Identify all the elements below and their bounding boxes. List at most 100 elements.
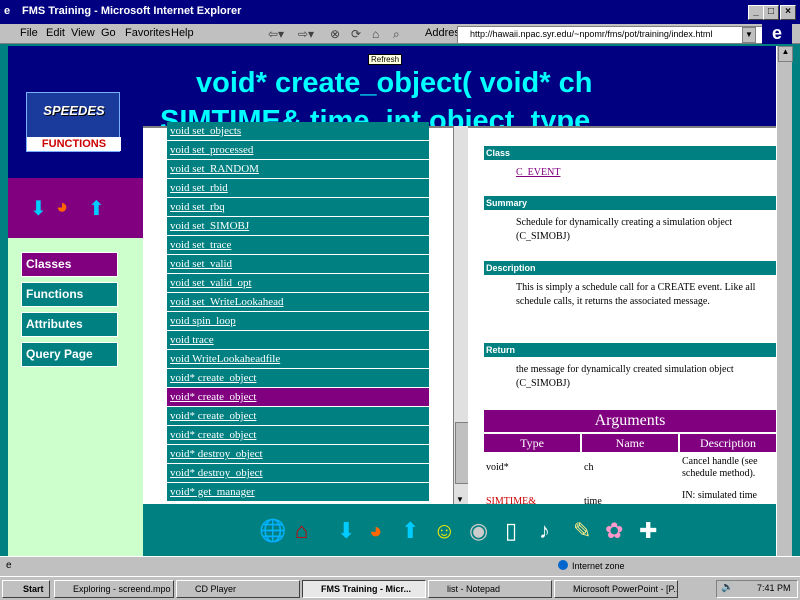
back-icon[interactable]: ⇦▾: [268, 27, 284, 41]
summary-section-label: Summary: [484, 196, 776, 210]
color-wheel-icon[interactable]: ◕: [56, 196, 68, 219]
method-list-item[interactable]: void WriteLookaheadfile: [167, 350, 429, 368]
menu-toolbar: File Edit View Go Favorites Help ⇦▾ ⇨▾ ⊗…: [0, 22, 800, 44]
menu-favorites[interactable]: Favorites: [125, 27, 170, 39]
method-list-item[interactable]: void* create_object: [167, 369, 429, 387]
sidebar-item-query-page[interactable]: Query Page: [21, 342, 118, 367]
sidebar-item-functions[interactable]: Functions: [21, 282, 118, 307]
door-icon[interactable]: ▯: [505, 518, 517, 544]
method-list-item[interactable]: void set_valid_opt: [167, 274, 429, 292]
page-status-icon: e: [6, 560, 12, 571]
arg-description: IN: simulated time: [682, 490, 757, 501]
ie-icon: e: [4, 5, 11, 17]
down-arrow-icon[interactable]: ⬇: [30, 196, 47, 221]
scroll-down-icon[interactable]: ▼: [456, 495, 464, 504]
taskbar-item[interactable]: list - Notepad: [428, 580, 552, 598]
clock: 7:41 PM: [757, 583, 791, 593]
method-list-item[interactable]: void* get_manager: [167, 483, 429, 501]
arg-col-name: Name: [582, 434, 678, 452]
color-wheel-icon[interactable]: ◕: [369, 518, 382, 544]
ie-logo-icon: e: [762, 22, 792, 44]
method-list-item[interactable]: void set_processed: [167, 141, 429, 159]
address-dropdown-icon[interactable]: ▼: [742, 27, 756, 43]
method-list-item[interactable]: void set_rbq: [167, 198, 429, 216]
taskbar-item[interactable]: Exploring - screend.mpo: [54, 580, 174, 598]
web-page: void* create_object( void* ch SIMTIME& t…: [8, 46, 776, 556]
taskbar-item-active[interactable]: FMS Training - Micr...: [302, 580, 426, 598]
sidebar-item-attributes[interactable]: Attributes: [21, 312, 118, 337]
taskbar-item[interactable]: Microsoft PowerPoint - [P...: [554, 580, 678, 598]
home-icon[interactable]: ⌂: [372, 27, 379, 41]
scroll-thumb[interactable]: [455, 422, 469, 484]
method-list-item[interactable]: void set_RANDOM: [167, 160, 429, 178]
address-bar[interactable]: http://hawaii.npac.syr.edu/~npomr/fms/po…: [457, 26, 768, 44]
close-button[interactable]: ×: [780, 5, 796, 20]
menu-view[interactable]: View: [71, 27, 95, 39]
up-arrow-icon[interactable]: ⬆: [401, 518, 419, 544]
window-title: FMS Training - Microsoft Internet Explor…: [22, 5, 242, 17]
menu-file[interactable]: File: [20, 27, 38, 39]
method-list-item[interactable]: void* create_object: [167, 407, 429, 425]
method-list-scrollbar[interactable]: ▼: [453, 126, 469, 504]
method-list-item[interactable]: void trace: [167, 331, 429, 349]
method-list-item[interactable]: void* destroy_object: [167, 445, 429, 463]
note-icon[interactable]: ✎: [573, 518, 591, 544]
description-section-label: Description: [484, 261, 776, 275]
method-list-item[interactable]: void set_valid: [167, 255, 429, 273]
stop-icon[interactable]: ⊗: [330, 27, 340, 41]
nav-band: ⬇ ◕ ⬆: [8, 178, 143, 238]
method-list-item[interactable]: void set_objects: [167, 122, 429, 140]
method-list-item[interactable]: void set_WriteLookahead: [167, 293, 429, 311]
zone-label: Internet zone: [572, 561, 625, 571]
arg-col-type: Type: [484, 434, 580, 452]
maximize-button[interactable]: □: [763, 5, 779, 20]
eye-icon[interactable]: ◉: [469, 518, 488, 544]
smiley-icon[interactable]: ☺: [433, 518, 455, 544]
method-list-item[interactable]: void set_trace: [167, 236, 429, 254]
refresh-tooltip: Refresh: [368, 54, 403, 65]
method-list-item[interactable]: void* destroy_object: [167, 464, 429, 482]
home-icon[interactable]: ⌂: [295, 518, 308, 544]
down-arrow-icon[interactable]: ⬇: [337, 518, 355, 544]
sidebar: Classes Functions Attributes Query Page: [8, 238, 143, 556]
globe-icon[interactable]: 🌐: [259, 518, 286, 544]
method-list-item[interactable]: void set_SIMOBJ: [167, 217, 429, 235]
page-scrollbar[interactable]: ▲: [776, 46, 793, 556]
start-button[interactable]: Start: [2, 580, 50, 598]
minimize-button[interactable]: _: [748, 5, 764, 20]
status-bar: e Internet zone: [0, 556, 800, 576]
menu-help[interactable]: Help: [171, 27, 194, 39]
return-section-label: Return: [484, 343, 776, 357]
system-tray: 🔊 7:41 PM: [716, 580, 798, 598]
sidebar-item-classes[interactable]: Classes: [21, 252, 118, 277]
window-title-bar[interactable]: e FMS Training - Microsoft Internet Expl…: [0, 0, 800, 24]
refresh-icon[interactable]: ⟳: [351, 27, 361, 41]
method-list-item[interactable]: void spin_loop: [167, 312, 429, 330]
internet-zone-icon: [558, 560, 568, 570]
scroll-up-icon[interactable]: ▲: [778, 46, 793, 62]
taskbar: Start Exploring - screend.mpo CD Player …: [0, 576, 800, 600]
method-list-item[interactable]: void* create_object: [167, 426, 429, 444]
method-list-item-selected[interactable]: void* create_object: [167, 388, 429, 406]
forward-icon[interactable]: ⇨▾: [298, 27, 314, 41]
class-link[interactable]: C_EVENT: [516, 166, 756, 180]
arg-col-description: Description: [680, 434, 776, 452]
arguments-header: Arguments: [484, 410, 776, 432]
return-text: the message for dynamically created simu…: [516, 364, 734, 389]
search-icon[interactable]: ⌕: [393, 27, 400, 41]
method-list-item[interactable]: void set_rbid: [167, 179, 429, 197]
volume-icon[interactable]: 🔊: [721, 582, 733, 593]
summary-text: Schedule for dynamically creating a simu…: [516, 217, 733, 242]
description-text: This is simply a schedule call for a CRE…: [516, 282, 756, 307]
menu-go[interactable]: Go: [101, 27, 116, 39]
microphone-icon[interactable]: ♪: [539, 518, 550, 544]
menu-edit[interactable]: Edit: [46, 27, 65, 39]
arg-type: void*: [486, 462, 509, 473]
first-aid-icon[interactable]: ✚: [639, 518, 657, 544]
taskbar-item[interactable]: CD Player: [176, 580, 300, 598]
bottom-icon-bar: 🌐 ⌂ ⬇ ◕ ⬆ ☺ ◉ ▯ ♪ ✎ ✿ ✚: [143, 504, 776, 556]
up-arrow-icon[interactable]: ⬆: [88, 196, 105, 221]
speedes-logo: SPEEDES FUNCTIONS: [26, 92, 121, 152]
palette-icon[interactable]: ✿: [605, 518, 623, 544]
class-section-label: Class: [484, 146, 776, 160]
